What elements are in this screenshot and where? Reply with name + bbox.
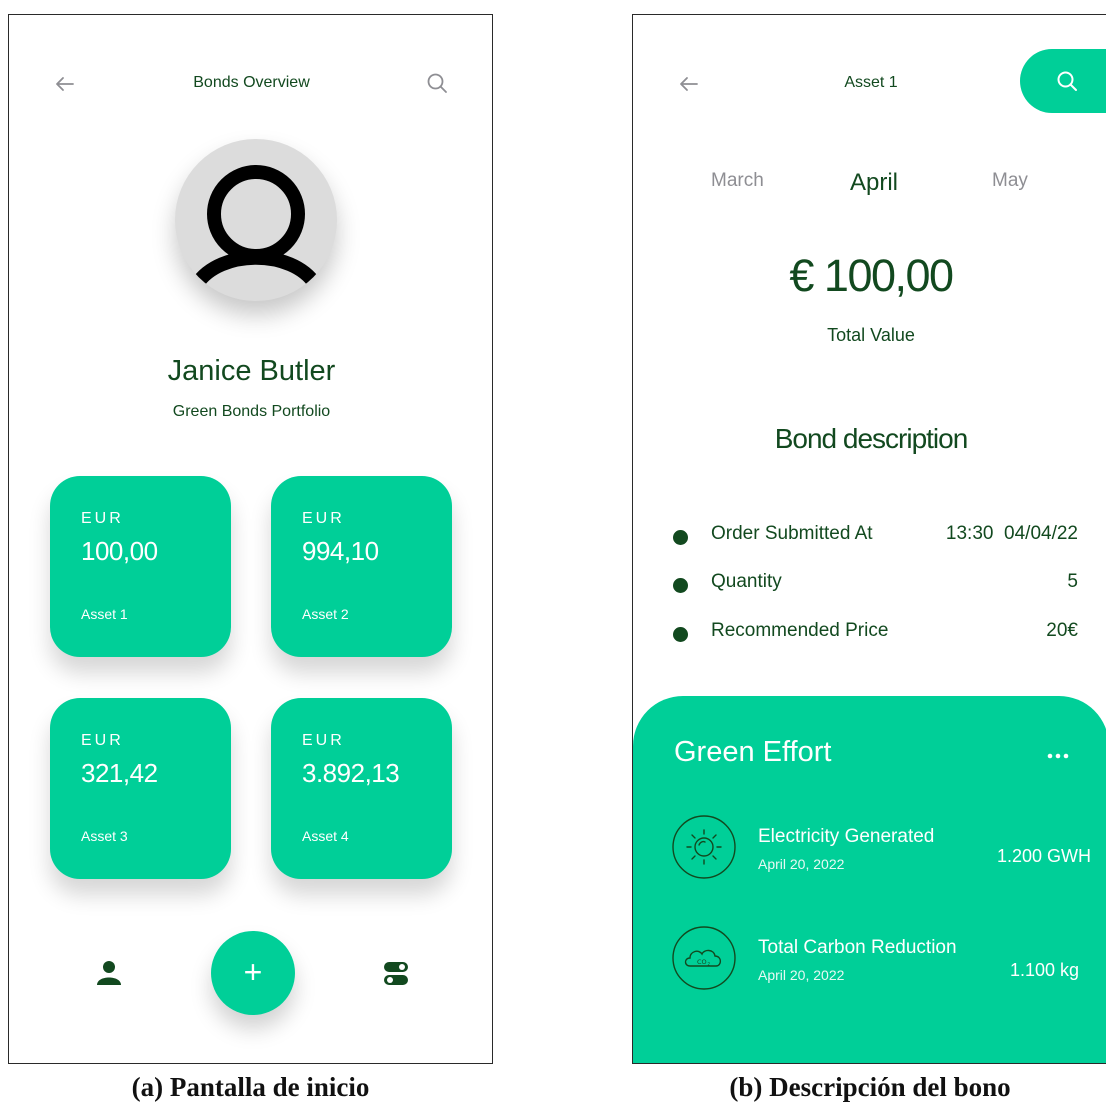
bullet-dot (673, 627, 688, 642)
asset-currency: EUR (81, 732, 124, 749)
asset-amount: 3.892,13 (302, 758, 400, 788)
row-value: 20€ (1046, 620, 1078, 641)
month-tab-prev[interactable]: March (711, 170, 764, 192)
effort-title: Total Carbon Reduction (758, 937, 957, 958)
avatar[interactable] (175, 139, 337, 301)
toggle-icon[interactable] (384, 961, 408, 987)
asset-name: Asset 2 (302, 606, 349, 622)
effort-value: 1.200 GWH (996, 846, 1091, 866)
asset-amount: 100,00 (81, 536, 158, 566)
co2-cloud-icon: CO 2 (672, 926, 736, 990)
user-name: Janice Butler (167, 355, 336, 387)
asset-card[interactable]: EUR 994,10 Asset 2 (271, 476, 452, 657)
list-item: Quantity 5 (673, 569, 1078, 599)
bond-description-screen: Asset 1 March April May € 100,00 Total V… (632, 14, 1106, 1064)
list-item[interactable]: Electricity Generated April 20, 2022 1.2… (671, 814, 1091, 884)
asset-name: Asset 3 (81, 828, 128, 844)
row-label: Quantity (711, 571, 782, 592)
home-screen: Bonds Overview Janice Butler Green Bonds… (8, 14, 493, 1064)
person-icon[interactable] (96, 960, 122, 986)
caption: (a) Pantalla de inicio (131, 1072, 370, 1102)
user-icon (191, 165, 321, 289)
section-title: Bond description (774, 423, 969, 454)
list-item: Order Submitted At 13:30 04/04/22 (673, 521, 1078, 551)
total-value: € 100,00 (789, 250, 954, 301)
add-button[interactable]: + (211, 931, 295, 1015)
green-effort-panel: Green Effort Electricity Generated April… (633, 696, 1106, 1063)
row-value: 5 (1067, 571, 1078, 592)
effort-value: 1.100 kg (1009, 960, 1079, 980)
asset-name: Asset 1 (81, 606, 128, 622)
asset-currency: EUR (302, 732, 345, 749)
caption: (b) Descripción del bono (729, 1072, 1011, 1102)
asset-currency: EUR (81, 510, 124, 527)
month-tab-current[interactable]: April (850, 169, 898, 197)
effort-date: April 20, 2022 (758, 967, 845, 983)
svg-text:CO: CO (697, 958, 707, 966)
bullet-dot (673, 530, 688, 545)
total-value-label: Total Value (827, 325, 915, 345)
search-icon (1057, 71, 1077, 91)
asset-card[interactable]: EUR 100,00 Asset 1 (50, 476, 231, 657)
asset-card[interactable]: EUR 321,42 Asset 3 (50, 698, 231, 879)
asset-amount: 994,10 (302, 536, 379, 566)
more-horizontal-icon[interactable] (1046, 752, 1070, 760)
page-title: Bonds Overview (193, 74, 310, 91)
row-label: Order Submitted At (711, 523, 873, 544)
list-item: Recommended Price 20€ (673, 618, 1078, 648)
portfolio-subtitle: Green Bonds Portfolio (172, 403, 331, 420)
asset-amount: 321,42 (81, 758, 158, 788)
effort-title: Electricity Generated (758, 826, 935, 847)
month-tab-next[interactable]: May (992, 170, 1028, 192)
effort-date: April 20, 2022 (758, 856, 845, 872)
sun-icon (672, 815, 736, 879)
list-item[interactable]: CO 2 Total Carbon Reduction April 20, 20… (671, 925, 1091, 995)
row-label: Recommended Price (711, 620, 889, 641)
panel-title: Green Effort (674, 736, 832, 768)
search-icon[interactable] (425, 71, 449, 95)
search-button[interactable] (1020, 49, 1106, 113)
bullet-dot (673, 578, 688, 593)
asset-name: Asset 4 (302, 828, 349, 844)
asset-currency: EUR (302, 510, 345, 527)
row-value: 13:30 04/04/22 (945, 523, 1078, 544)
asset-card[interactable]: EUR 3.892,13 Asset 4 (271, 698, 452, 879)
